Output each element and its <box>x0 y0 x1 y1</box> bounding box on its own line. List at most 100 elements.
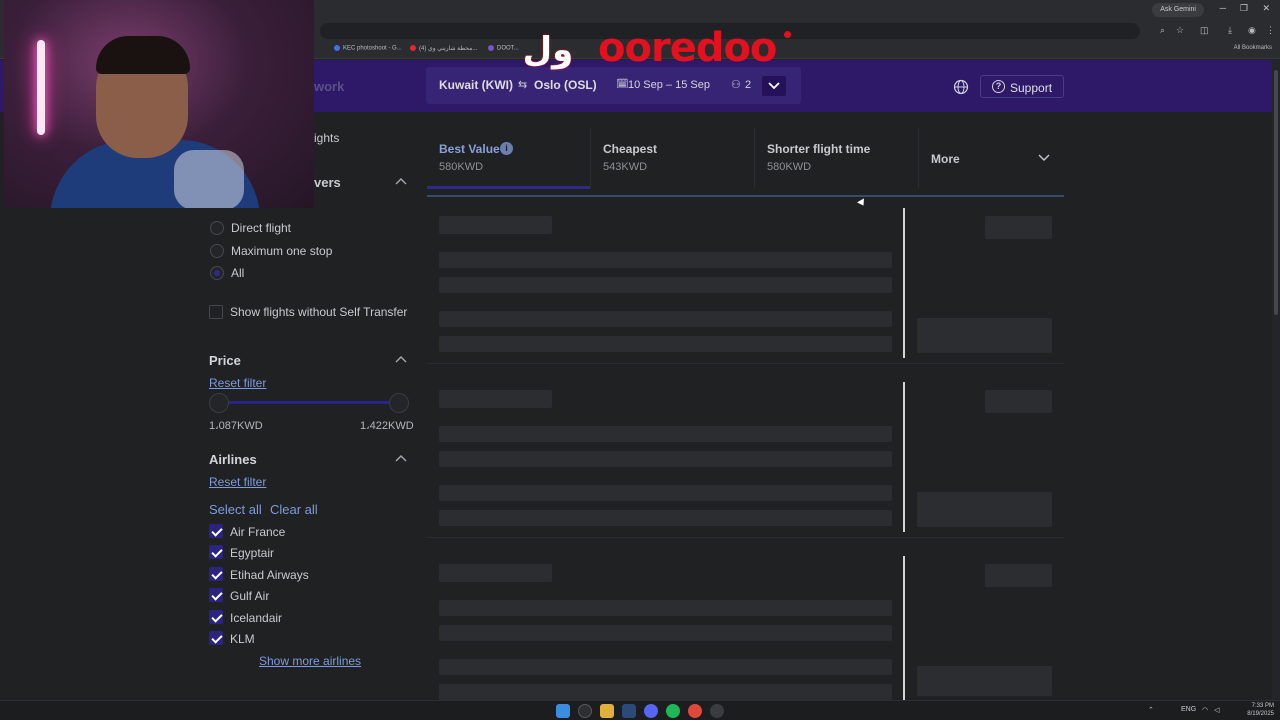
skeleton-bar <box>439 336 892 352</box>
search-icon[interactable] <box>578 704 592 718</box>
chevron-up-icon[interactable] <box>395 177 407 185</box>
result-card-skeleton <box>427 200 1064 364</box>
tab-label: Best Value <box>439 142 500 156</box>
tab-label: More <box>931 152 960 166</box>
wifi-icon[interactable]: ◠ <box>1202 706 1208 714</box>
obs-icon[interactable] <box>710 704 724 718</box>
price-min-handle[interactable] <box>209 393 229 413</box>
info-icon[interactable]: i <box>500 142 513 155</box>
destination: Oslo (OSL) <box>534 78 597 92</box>
stop-option-radio[interactable] <box>210 221 224 235</box>
airline-label[interactable]: Icelandair <box>230 611 282 625</box>
ask-gemini-button[interactable]: Ask Gemini <box>1152 3 1204 17</box>
downloads-icon[interactable]: ⤓ <box>1228 25 1232 36</box>
scrollbar-thumb[interactable] <box>1274 70 1278 315</box>
bookmark-item[interactable]: (4) محطة شاريني وي... <box>410 45 477 52</box>
skeleton-bar <box>439 216 552 234</box>
airline-checkbox[interactable] <box>209 610 223 624</box>
minimize-icon[interactable]: ─ <box>1220 3 1226 13</box>
airline-checkbox[interactable] <box>209 524 223 538</box>
airline-label[interactable]: KLM <box>230 632 255 646</box>
start-icon[interactable] <box>556 704 570 718</box>
search-summary[interactable]: Kuwait (KWI) ⇆ Oslo (OSL) 🗓 10 Sep – 15 … <box>426 67 801 104</box>
webcam-person-hair <box>96 36 190 74</box>
stopovers-title: vers <box>314 175 341 190</box>
menu-icon[interactable]: ⋮ <box>1266 25 1275 36</box>
chrome-icon[interactable] <box>688 704 702 718</box>
stop-option-label[interactable]: Maximum one stop <box>231 244 332 258</box>
extensions-icon[interactable]: ◫ <box>1200 25 1209 36</box>
ooredoo-logo: ooredoo <box>598 25 777 71</box>
chevron-down-icon <box>768 82 780 90</box>
support-button[interactable]: ? Support <box>980 75 1064 98</box>
clear-all-airlines[interactable]: Clear all <box>270 502 318 517</box>
skeleton-bar <box>439 510 892 526</box>
skeleton-bar <box>439 252 892 268</box>
stop-option-label[interactable]: All <box>231 266 244 280</box>
self-transfer-checkbox[interactable] <box>209 305 223 319</box>
passenger-count: 2 <box>745 79 752 91</box>
chevron-up-icon[interactable] <box>395 355 407 363</box>
chevron-up-icon[interactable] <box>395 454 407 462</box>
close-icon[interactable]: ✕ <box>1262 3 1270 14</box>
travel-dates: 10 Sep – 15 Sep <box>628 79 710 91</box>
steam-icon[interactable] <box>622 704 636 718</box>
skeleton-button <box>917 666 1052 696</box>
skeleton-bar <box>439 684 892 700</box>
airline-checkbox[interactable] <box>209 631 223 645</box>
price-slider-track[interactable] <box>219 401 399 404</box>
tab-best-value[interactable]: Best Value i 580KWD <box>427 128 590 188</box>
discord-icon[interactable] <box>644 704 658 718</box>
tab-shorter-flight-time[interactable]: Shorter flight time 580KWD <box>755 128 918 188</box>
site-logo[interactable]: work <box>314 79 344 94</box>
system-clock[interactable]: 7:33 PM 8/19/2025 <box>1247 702 1274 718</box>
show-more-airlines[interactable]: Show more airlines <box>259 654 361 668</box>
tab-price: 580KWD <box>767 161 812 173</box>
ooredoo-arabic-logo: ول <box>522 30 574 70</box>
language-indicator[interactable]: ENG <box>1181 706 1196 713</box>
airline-label[interactable]: Etihad Airways <box>230 568 309 582</box>
airline-label[interactable]: Gulf Air <box>230 589 269 603</box>
globe-icon[interactable] <box>953 79 969 95</box>
volume-icon[interactable]: ◁ <box>1214 706 1219 714</box>
support-label: Support <box>1010 81 1053 95</box>
airline-label[interactable]: Air France <box>230 525 285 539</box>
airline-checkbox[interactable] <box>209 567 223 581</box>
airlines-reset-filter[interactable]: Reset filter <box>209 475 266 489</box>
all-bookmarks[interactable]: All Bookmarks <box>1234 45 1272 51</box>
origin: Kuwait (KWI) <box>439 78 513 92</box>
result-card-skeleton <box>427 374 1064 538</box>
file-explorer-icon[interactable] <box>600 704 614 718</box>
tab-price: 580KWD <box>439 161 484 173</box>
stop-option-label[interactable]: Direct flight <box>231 221 291 235</box>
airline-checkbox[interactable] <box>209 588 223 602</box>
price-title: Price <box>209 353 241 368</box>
select-all-airlines[interactable]: Select all <box>209 502 262 517</box>
stop-option-radio[interactable] <box>210 266 224 280</box>
calendar-icon: 🗓 <box>616 79 629 90</box>
webcam-shirt-stripe <box>174 150 244 208</box>
price-reset-filter[interactable]: Reset filter <box>209 376 266 390</box>
expand-search-button[interactable] <box>762 76 786 96</box>
tabs-underline <box>427 195 1064 197</box>
skeleton-price <box>985 216 1052 239</box>
spotify-icon[interactable] <box>666 704 680 718</box>
tray-chevron-icon[interactable]: ⌃ <box>1148 706 1154 714</box>
sort-tabs: Best Value i 580KWD Cheapest 543KWD Shor… <box>427 128 1064 198</box>
tab-price: 543KWD <box>603 161 648 173</box>
bookmark-item[interactable]: KEC photoshoot - G... <box>334 45 402 52</box>
maximize-icon[interactable]: ❐ <box>1240 3 1248 14</box>
self-transfer-label[interactable]: Show flights without Self Transfer <box>230 305 407 319</box>
zoom-icon[interactable]: ⌕ <box>1160 25 1165 36</box>
skeleton-price <box>985 564 1052 587</box>
skeleton-price <box>985 390 1052 413</box>
stop-option-radio[interactable] <box>210 244 224 258</box>
card-divider <box>903 556 905 700</box>
profile-icon[interactable]: ◉ <box>1248 25 1256 36</box>
airline-label[interactable]: Egyptair <box>230 546 274 560</box>
tab-cheapest[interactable]: Cheapest 543KWD <box>591 128 754 188</box>
tab-more[interactable]: More <box>919 128 1064 188</box>
price-max-handle[interactable] <box>389 393 409 413</box>
airline-checkbox[interactable] <box>209 545 223 559</box>
bookmark-star-icon[interactable]: ☆ <box>1176 25 1184 36</box>
